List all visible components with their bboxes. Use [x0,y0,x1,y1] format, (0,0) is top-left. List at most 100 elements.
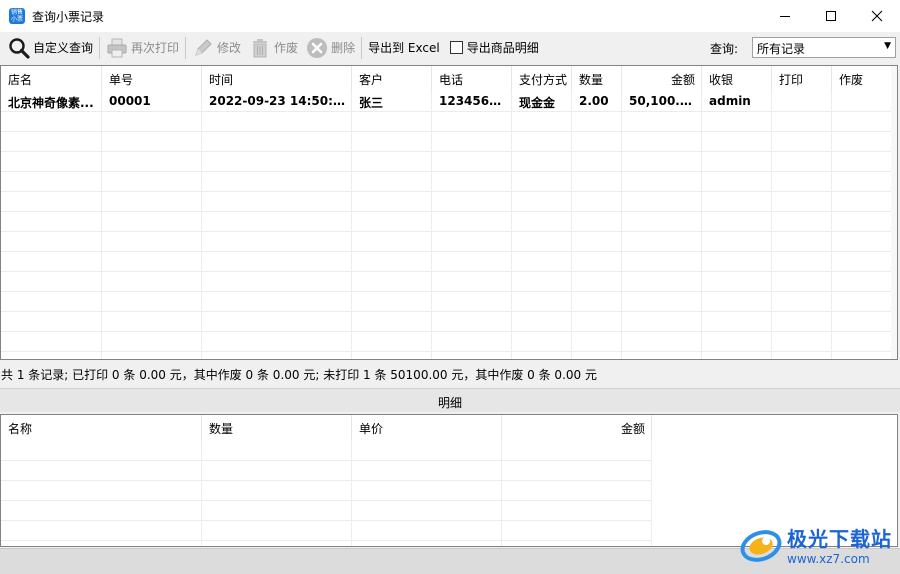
column-header[interactable]: 金额 [502,415,652,441]
column-header[interactable]: 电话 [432,66,512,92]
dropdown-arrow-icon[interactable]: ▼ [884,41,891,51]
delete-button[interactable]: 删除 [302,35,359,61]
search-icon [9,37,30,59]
table-cell [832,92,892,112]
table-cell [102,352,202,359]
table-cell [772,352,832,359]
table-cell [1,252,102,272]
table-cell [432,352,512,359]
table-cell [432,192,512,212]
table-cell [102,212,202,232]
table-row[interactable] [1,501,652,521]
table-cell [352,312,432,332]
table-cell [512,112,572,132]
table-cell [832,172,892,192]
app-icon-text-bottom: 小票 [10,16,23,23]
watermark-text: 极光下载站 www.xz7.com [787,523,892,566]
table-cell [572,152,622,172]
table-cell [432,172,512,192]
export-details-checkbox[interactable]: 导出商品明细 [449,39,539,56]
column-header[interactable]: 客户 [352,66,432,92]
table-row[interactable] [1,292,892,312]
table-cell [352,232,432,252]
column-header[interactable]: 作废 [832,66,892,92]
column-header[interactable]: 打印 [772,66,832,92]
table-cell [702,232,772,252]
table-cell [352,212,432,232]
window-title: 查询小票记录 [32,9,105,24]
records-table-scrollbar[interactable] [891,66,897,359]
table-row[interactable]: 北京神奇像素... 00001 2022-09-23 14:50:05 张三 12345… [1,92,892,112]
table-cell [772,92,832,112]
edit-button[interactable]: 修改 [188,35,245,61]
custom-query-button[interactable]: 自定义查询 [4,35,97,61]
table-cell [352,112,432,132]
void-button[interactable]: 作废 [245,35,302,61]
export-excel-button[interactable]: 导出到 Excel [364,35,444,61]
table-row[interactable] [1,132,892,152]
table-row[interactable] [1,272,892,292]
column-header[interactable]: 单价 [352,415,502,441]
table-cell [202,541,352,546]
table-cell [102,252,202,272]
table-row[interactable] [1,152,892,172]
minimize-button[interactable] [762,0,808,32]
column-header[interactable]: 收银 [702,66,772,92]
table-cell [572,252,622,272]
column-header[interactable]: 单号 [102,66,202,92]
column-header[interactable]: 名称 [1,415,202,441]
table-cell [622,312,702,332]
table-row[interactable] [1,112,892,132]
table-cell [352,521,502,541]
records-table[interactable]: 店名 单号 时间 客户 电话 支付方式 数量 金额 收银 打印 作废 北京神奇像素... 00001 2… [0,65,898,360]
column-header[interactable]: 数量 [202,415,352,441]
query-label: 查询: [710,42,739,56]
table-cell [622,152,702,172]
table-cell [202,272,352,292]
table-cell [502,481,652,501]
table-row[interactable] [1,461,652,481]
table-row[interactable] [1,541,652,546]
table-cell: 2.00 [572,92,622,112]
table-row[interactable] [1,521,652,541]
table-cell [202,172,352,192]
table-cell [772,312,832,332]
column-header[interactable]: 店名 [1,66,102,92]
table-cell [202,312,352,332]
table-cell [772,272,832,292]
table-cell [702,172,772,192]
table-row[interactable] [1,332,892,352]
close-button[interactable] [854,0,900,32]
table-cell: admin [702,92,772,112]
table-row[interactable] [1,212,892,232]
table-row[interactable] [1,481,652,501]
table-row[interactable] [1,312,892,332]
table-cell [432,112,512,132]
table-row[interactable] [1,172,892,192]
table-row[interactable] [1,252,892,272]
table-cell [832,312,892,332]
column-header[interactable]: 金额 [622,66,702,92]
query-select[interactable]: 所有记录 ▼ [752,37,896,58]
table-cell: 张三 [352,92,432,112]
column-header[interactable]: 支付方式 [512,66,572,92]
table-cell [772,252,832,272]
table-cell [622,172,702,192]
table-row[interactable] [1,441,652,461]
table-cell: 2022-09-23 14:50:05 [202,92,352,112]
table-cell [202,481,352,501]
table-cell [1,441,202,461]
table-row[interactable] [1,232,892,252]
table-cell [102,172,202,192]
table-cell [432,152,512,172]
reprint-button[interactable]: 再次打印 [102,35,183,61]
maximize-button[interactable] [808,0,854,32]
table-row[interactable] [1,192,892,212]
table-cell [102,112,202,132]
checkbox-box[interactable] [449,41,463,54]
table-row[interactable] [1,352,892,359]
column-header[interactable]: 数量 [572,66,622,92]
table-cell [832,232,892,252]
column-header[interactable]: 时间 [202,66,352,92]
table-cell [572,352,622,359]
